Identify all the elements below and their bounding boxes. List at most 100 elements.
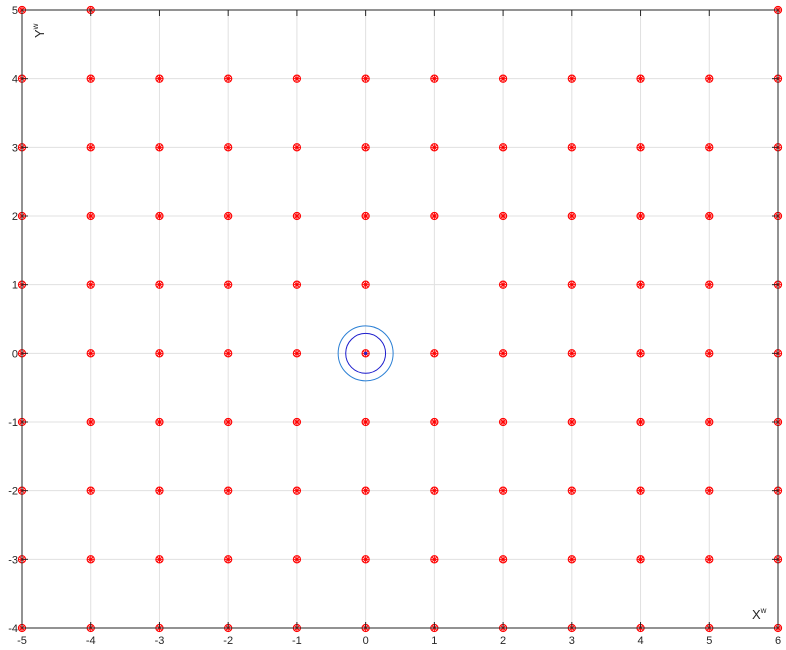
- data-point: [224, 555, 233, 564]
- data-point: [430, 417, 439, 427]
- data-point: [567, 143, 576, 152]
- data-point: [292, 143, 302, 152]
- data-point: [498, 74, 508, 83]
- axes-box: [21, 9, 779, 629]
- data-point: [361, 349, 370, 358]
- data-point: [292, 486, 302, 495]
- x-tick-label: 4: [637, 635, 643, 647]
- data-point: [155, 349, 164, 358]
- x-tick-label: 3: [569, 635, 575, 647]
- data-point: [86, 417, 95, 427]
- data-point: [430, 211, 439, 221]
- data-point: [155, 555, 164, 564]
- data-point: [86, 211, 95, 221]
- data-point: [155, 74, 164, 83]
- data-point: [567, 74, 576, 83]
- data-point: [224, 486, 233, 495]
- scatter-plot: -5 -4 -3 -2 -1 0 1 2 3 4 5 6-4-3-2-1012345 Xw Yw: [8, 5, 783, 647]
- data-point: [224, 74, 233, 83]
- grid-lines: [21, 9, 779, 629]
- data-point: [567, 417, 576, 427]
- data-point: [361, 555, 370, 564]
- data-point: [430, 143, 439, 152]
- data-point: [292, 349, 302, 358]
- data-point: [224, 349, 233, 358]
- x-axis-label: Xw: [752, 606, 767, 622]
- data-point: [705, 211, 714, 221]
- y-tick-label: -2: [8, 486, 18, 498]
- data-point: [636, 555, 645, 564]
- data-point: [361, 143, 370, 152]
- data-point: [705, 74, 714, 83]
- data-point: [567, 211, 576, 221]
- data-point: [705, 349, 714, 358]
- x-tick-label: 5: [706, 635, 712, 647]
- data-point: [705, 280, 714, 289]
- data-point: [636, 486, 645, 495]
- data-point: [292, 74, 302, 83]
- data-point: [86, 486, 95, 495]
- data-point: [224, 211, 233, 221]
- data-point: [567, 486, 576, 495]
- y-tick-label: -3: [8, 554, 18, 566]
- data-point: [86, 555, 95, 564]
- x-tick-label: 2: [500, 635, 506, 647]
- data-point: [361, 280, 370, 289]
- data-point: [636, 211, 645, 221]
- data-point: [567, 349, 576, 358]
- data-point: [224, 417, 233, 427]
- data-point: [155, 280, 164, 289]
- y-tick-label: -4: [8, 623, 18, 635]
- y-tick-label: 1: [12, 280, 18, 292]
- data-point: [498, 349, 508, 358]
- x-tick-label: -5: [17, 635, 27, 647]
- data-point: [705, 486, 714, 495]
- x-tick-label: -3: [155, 635, 165, 647]
- data-point: [498, 486, 508, 495]
- y-tick-label: 0: [12, 348, 18, 360]
- data-point: [636, 74, 645, 83]
- data-point: [430, 486, 439, 495]
- data-point: [498, 211, 508, 221]
- data-point: [498, 143, 508, 152]
- x-tick-label: -1: [292, 635, 302, 647]
- data-point: [361, 74, 370, 83]
- x-tick-label: 1: [431, 635, 437, 647]
- data-point: [86, 143, 95, 152]
- data-point: [636, 417, 645, 427]
- center-marker: [364, 351, 368, 355]
- data-point: [567, 280, 576, 289]
- data-point: [155, 417, 164, 427]
- x-tick-label: -4: [86, 635, 96, 647]
- x-tick-label: -2: [223, 635, 233, 647]
- data-point: [361, 417, 370, 427]
- tick-labels: -5 -4 -3 -2 -1 0 1 2 3 4 5 6-4-3-2-1012345: [8, 5, 781, 647]
- y-axis-label: Yw: [31, 23, 47, 38]
- data-points: [17, 5, 783, 633]
- data-point: [705, 143, 714, 152]
- data-point: [430, 555, 439, 564]
- data-point: [155, 486, 164, 495]
- data-point: [292, 555, 302, 564]
- y-tick-label: 4: [12, 74, 18, 86]
- data-point: [498, 280, 508, 289]
- data-point: [705, 555, 714, 564]
- data-point: [498, 417, 508, 427]
- y-tick-label: -1: [8, 417, 18, 429]
- data-point: [361, 211, 370, 221]
- data-point: [636, 280, 645, 289]
- x-tick-label: 0: [363, 635, 369, 647]
- data-point: [430, 349, 439, 358]
- data-point: [86, 280, 95, 289]
- data-point: [155, 211, 164, 221]
- data-point: [567, 555, 576, 564]
- data-point: [155, 143, 164, 152]
- x-tick-label: 6: [775, 635, 781, 647]
- data-point: [430, 74, 439, 83]
- data-point: [636, 349, 645, 358]
- data-point: [86, 349, 95, 358]
- data-point: [292, 211, 302, 221]
- data-point: [86, 74, 95, 83]
- data-point: [292, 280, 302, 289]
- y-tick-label: 2: [12, 211, 18, 223]
